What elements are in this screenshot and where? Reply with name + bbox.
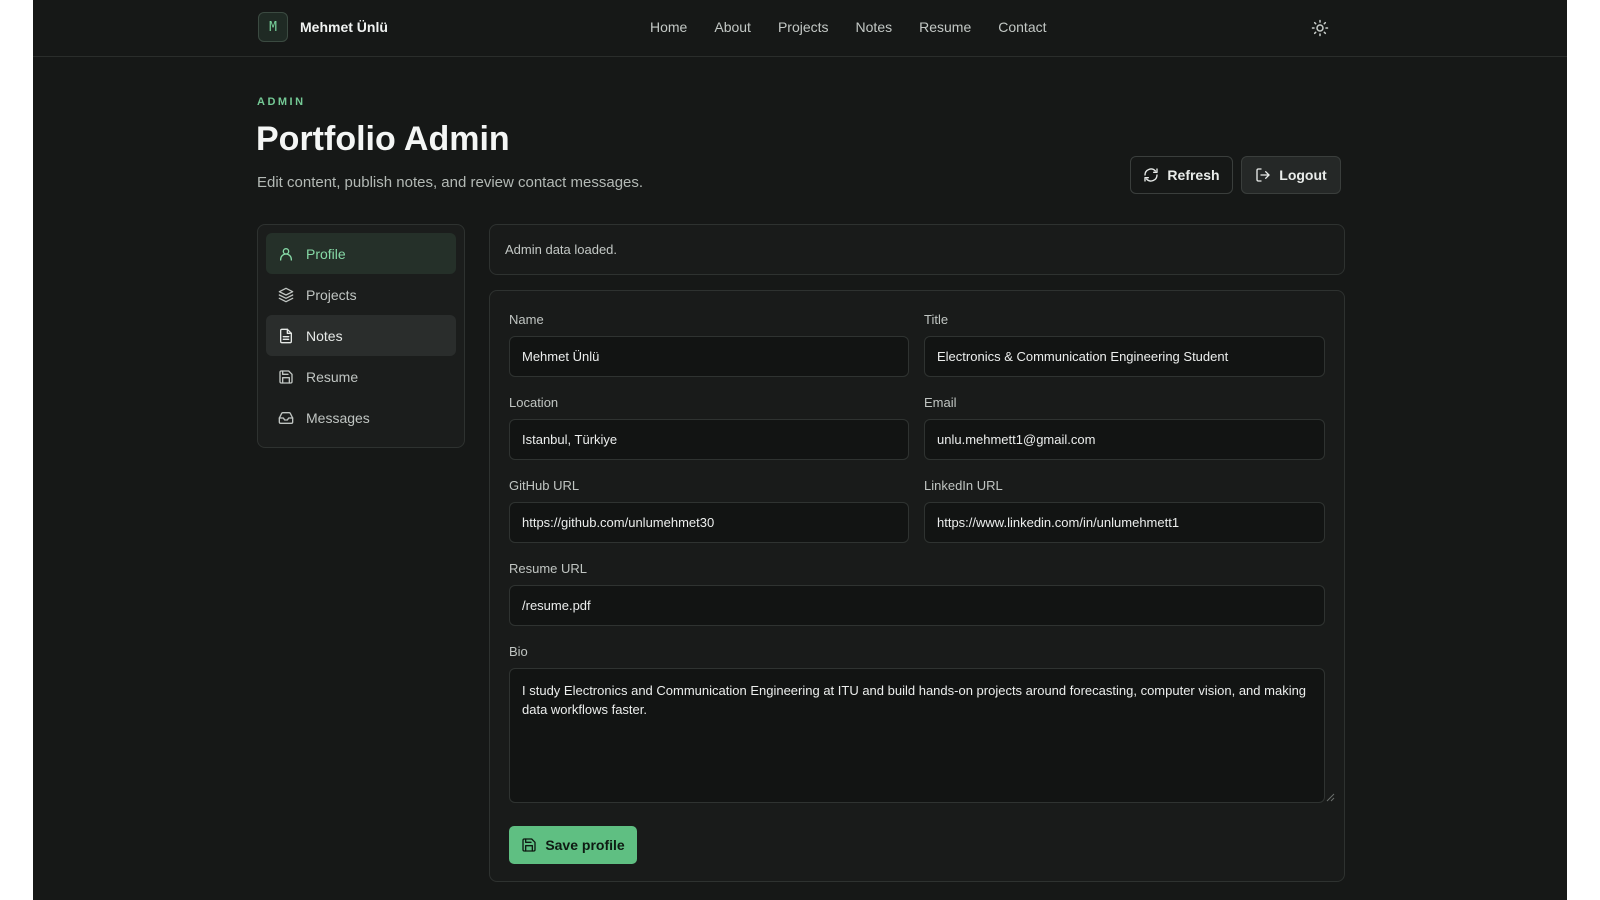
brand-name: Mehmet Ünlü bbox=[300, 19, 388, 35]
save-icon bbox=[522, 838, 536, 852]
main-nav: Home About Projects Notes Resume Contact bbox=[650, 19, 1047, 35]
save-profile-button[interactable]: Save profile bbox=[509, 826, 637, 864]
title-label: Title bbox=[924, 312, 949, 327]
resize-grip-icon[interactable] bbox=[1326, 793, 1335, 802]
admin-sidebar: Profile Projects Notes Resume Messages bbox=[257, 224, 465, 448]
brand[interactable]: M Mehmet Ünlü bbox=[258, 12, 388, 42]
nav-link-home[interactable]: Home bbox=[650, 19, 687, 35]
sidebar-item-profile[interactable]: Profile bbox=[266, 233, 456, 274]
layers-icon bbox=[278, 287, 294, 302]
section-eyebrow: ADMIN bbox=[257, 96, 306, 108]
brand-logo: M bbox=[258, 12, 288, 42]
sidebar-item-notes[interactable]: Notes bbox=[266, 315, 456, 356]
app-window: M Mehmet Ünlü Home About Projects Notes … bbox=[33, 0, 1567, 900]
sidebar-item-projects[interactable]: Projects bbox=[266, 274, 456, 315]
linkedin-url-input[interactable] bbox=[924, 502, 1325, 543]
linkedin-url-label: LinkedIn URL bbox=[924, 478, 1003, 493]
refresh-button-label: Refresh bbox=[1167, 167, 1220, 183]
save-profile-label: Save profile bbox=[545, 837, 625, 853]
nav-link-resume[interactable]: Resume bbox=[919, 19, 971, 35]
page-subtitle: Edit content, publish notes, and review … bbox=[257, 174, 644, 191]
nav-link-about[interactable]: About bbox=[714, 19, 751, 35]
nav-link-contact[interactable]: Contact bbox=[998, 19, 1046, 35]
user-icon bbox=[280, 247, 292, 261]
resume-url-label: Resume URL bbox=[509, 561, 588, 576]
refresh-button[interactable]: Refresh bbox=[1130, 156, 1233, 194]
logout-button-label: Logout bbox=[1279, 167, 1327, 183]
title-input[interactable] bbox=[924, 336, 1325, 377]
file-text-icon bbox=[280, 328, 292, 343]
name-label: Name bbox=[509, 312, 544, 327]
github-url-label: GitHub URL bbox=[509, 478, 580, 493]
inbox-icon bbox=[278, 411, 294, 424]
location-input[interactable] bbox=[509, 419, 909, 460]
sidebar-item-resume[interactable]: Resume bbox=[266, 356, 456, 397]
resume-url-input[interactable] bbox=[509, 585, 1325, 626]
page-title: Portfolio Admin bbox=[256, 120, 510, 158]
top-navbar: M Mehmet Ünlü Home About Projects Notes … bbox=[33, 0, 1567, 57]
github-url-input[interactable] bbox=[509, 502, 909, 543]
bio-textarea[interactable]: I study Electronics and Communication En… bbox=[509, 668, 1325, 803]
nav-link-projects[interactable]: Projects bbox=[778, 19, 829, 35]
sidebar-item-label: Resume bbox=[306, 368, 359, 385]
sidebar-item-label: Profile bbox=[306, 245, 346, 262]
save-icon bbox=[279, 369, 293, 384]
status-message: Admin data loaded. bbox=[489, 224, 1345, 275]
email-label: Email bbox=[924, 395, 957, 410]
sidebar-item-messages[interactable]: Messages bbox=[266, 397, 456, 438]
sidebar-item-label: Projects bbox=[306, 286, 357, 303]
refresh-icon bbox=[1144, 168, 1159, 182]
profile-form: Name Title Location Email GitHub URL Lin… bbox=[489, 290, 1345, 882]
sun-icon bbox=[1311, 19, 1329, 37]
nav-link-notes[interactable]: Notes bbox=[856, 19, 893, 35]
logout-button[interactable]: Logout bbox=[1241, 156, 1341, 194]
name-input[interactable] bbox=[509, 336, 909, 377]
logout-icon bbox=[1256, 168, 1270, 182]
email-input[interactable] bbox=[924, 419, 1325, 460]
bio-label: Bio bbox=[509, 644, 528, 659]
sidebar-item-label: Messages bbox=[306, 409, 370, 426]
location-label: Location bbox=[509, 395, 559, 410]
sidebar-item-label: Notes bbox=[306, 327, 343, 344]
theme-toggle-button[interactable] bbox=[1308, 16, 1332, 40]
